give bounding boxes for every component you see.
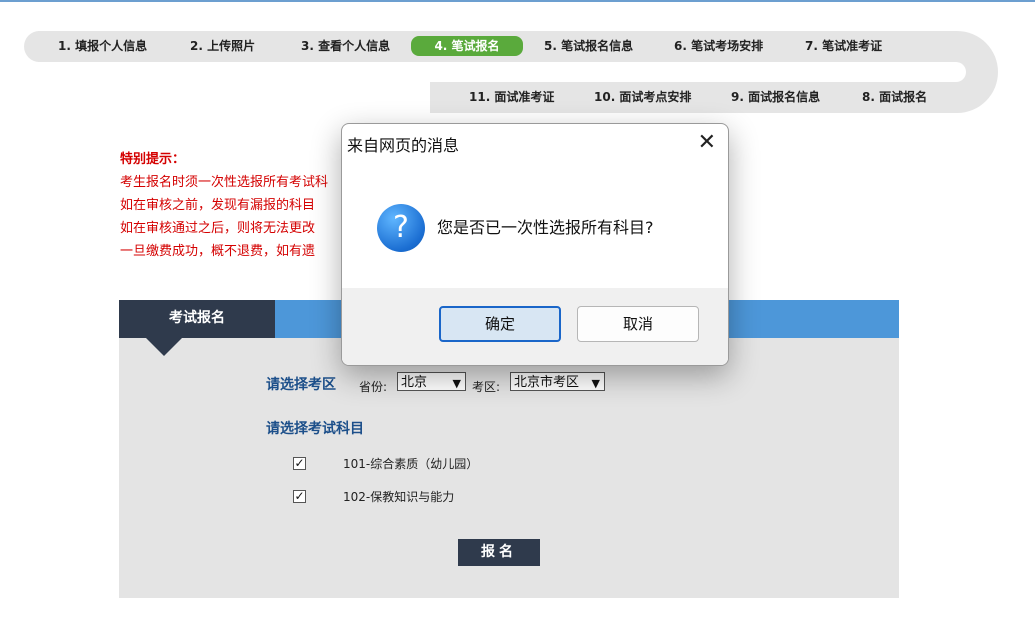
- step-written-exam-registration[interactable]: 4. 笔试报名: [411, 36, 523, 56]
- chevron-down-icon: ▼: [591, 377, 600, 390]
- province-select-value: 北京: [401, 375, 428, 390]
- dialog-title: 来自网页的消息: [347, 136, 460, 155]
- subject-checkbox-101[interactable]: ✓: [293, 457, 306, 470]
- track-bottom-cover: [0, 82, 430, 113]
- confirm-dialog: 来自网页的消息 ✕ ? 您是否已一次性选报所有科目? 确定 取消: [341, 123, 729, 366]
- top-accent-line: [0, 0, 1035, 2]
- step-interview-registration-info[interactable]: 9. 面试报名信息: [731, 87, 820, 107]
- track-gap: [0, 62, 966, 82]
- district-select-value: 北京市考区: [514, 375, 580, 390]
- submit-registration-button[interactable]: 报名: [458, 539, 540, 566]
- step-written-admission-ticket[interactable]: 7. 笔试准考证: [805, 36, 882, 56]
- subject-label-102: 102-保教知识与能力: [343, 490, 455, 504]
- step-interview-admission-ticket[interactable]: 11. 面试准考证: [469, 87, 554, 107]
- notice-line: 如在审核之前，发现有漏报的科目: [120, 198, 316, 213]
- notice-line: 如在审核通过之后，则将无法更改: [120, 221, 316, 236]
- province-select[interactable]: 北京 ▼: [397, 372, 466, 391]
- notice-title: 特别提示：: [120, 152, 186, 167]
- province-label: 省份:: [359, 380, 388, 394]
- step-view-personal-info[interactable]: 3. 查看个人信息: [301, 36, 390, 56]
- subjects-section-label: 请选择考试科目: [266, 421, 364, 437]
- subject-label-101: 101-综合素质（幼儿园）: [343, 457, 479, 471]
- special-notice: 特别提示： 考生报名时须一次性选报所有考试科 如在审核之前，发现有漏报的科目 如…: [120, 148, 328, 263]
- tab-exam-registration[interactable]: 考试报名: [119, 300, 275, 338]
- district-label: 考区:: [472, 380, 501, 394]
- cancel-button[interactable]: 取消: [577, 306, 699, 342]
- step-interview-registration[interactable]: 8. 面试报名: [862, 87, 927, 107]
- district-select[interactable]: 北京市考区 ▼: [510, 372, 605, 391]
- region-section-label: 请选择考区: [266, 377, 336, 393]
- notice-line: 一旦缴费成功，概不退费，如有遗: [120, 244, 316, 259]
- step-written-exam-room[interactable]: 6. 笔试考场安排: [674, 36, 763, 56]
- track-bottom-cap: [430, 82, 460, 113]
- step-upload-photo[interactable]: 2. 上传照片: [190, 36, 255, 56]
- close-icon[interactable]: ✕: [698, 130, 716, 155]
- step-interview-site[interactable]: 10. 面试考点安排: [594, 87, 691, 107]
- chevron-down-icon: ▼: [452, 377, 461, 390]
- step-fill-personal-info[interactable]: 1. 填报个人信息: [58, 36, 147, 56]
- track-left-cap: [24, 31, 54, 62]
- ok-button[interactable]: 确定: [439, 306, 561, 342]
- subject-checkbox-102[interactable]: ✓: [293, 490, 306, 503]
- question-icon: ?: [377, 204, 425, 252]
- notice-line: 考生报名时须一次性选报所有考试科: [120, 175, 329, 190]
- tab-pointer-arrow: [146, 338, 182, 356]
- step-written-exam-info[interactable]: 5. 笔试报名信息: [544, 36, 633, 56]
- dialog-message: 您是否已一次性选报所有科目?: [437, 218, 654, 237]
